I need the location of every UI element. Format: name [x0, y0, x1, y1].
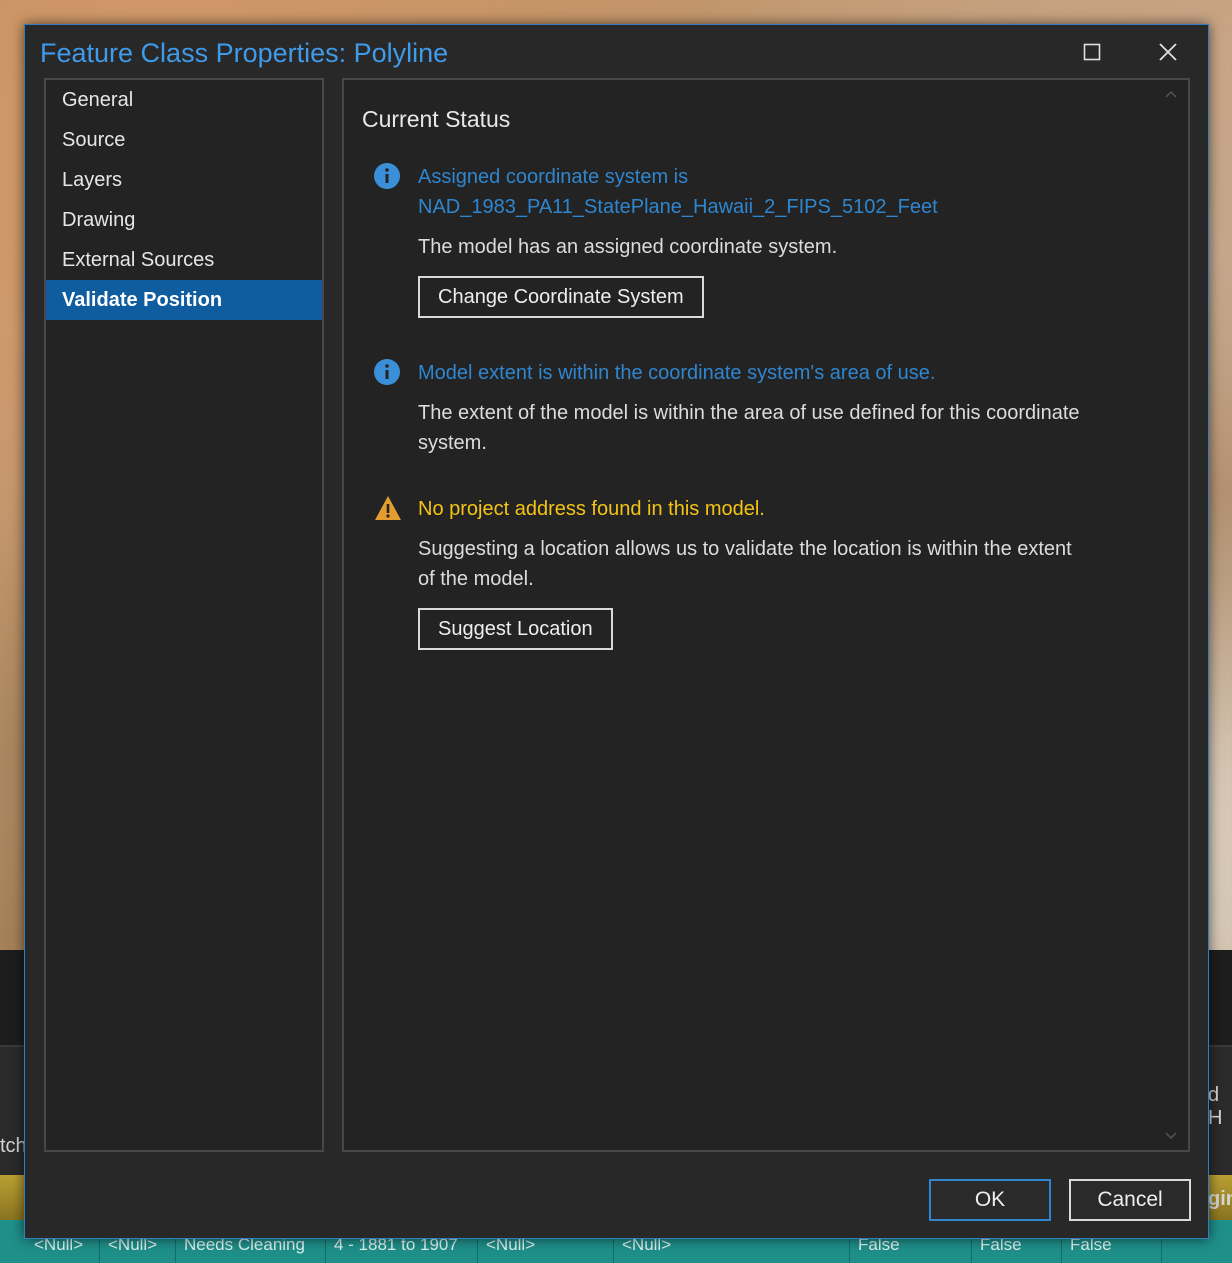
warning-icon — [375, 496, 401, 520]
nav-item-drawing[interactable]: Drawing — [46, 200, 322, 240]
dialog-titlebar[interactable]: Feature Class Properties: Polyline — [25, 25, 1208, 79]
nav-item-external-sources[interactable]: External Sources — [46, 240, 322, 280]
close-icon — [1159, 43, 1177, 61]
status-text-line: The extent of the model is within the ar… — [418, 402, 1080, 424]
scroll-up-icon[interactable] — [1164, 88, 1178, 102]
status-heading: Assigned coordinate system is — [418, 166, 689, 188]
close-button[interactable] — [1146, 35, 1190, 69]
status-coordinate-system: Assigned coordinate system is NAD_1983_P… — [374, 162, 1134, 318]
nav-item-layers[interactable]: Layers — [46, 160, 322, 200]
dialog-title: Feature Class Properties: Polyline — [40, 38, 449, 68]
section-title: Current Status — [362, 106, 511, 132]
validate-position-panel: Current Status Assigned coordinate syste… — [342, 78, 1190, 1152]
status-text: Suggesting a location allows us to valid… — [418, 534, 1134, 594]
background-right-label-2: gin — [1208, 1188, 1232, 1210]
status-heading: No project address found in this model. — [418, 498, 765, 520]
nav-item-source[interactable]: Source — [46, 120, 322, 160]
coordinate-system-name: NAD_1983_PA11_StatePlane_Hawaii_2_FIPS_5… — [418, 196, 938, 218]
status-text: The extent of the model is within the ar… — [418, 398, 1134, 458]
status-model-extent: Model extent is within the coordinate sy… — [374, 358, 1134, 458]
ok-button[interactable]: OK — [929, 1179, 1051, 1221]
status-project-address: No project address found in this model. … — [374, 494, 1134, 650]
nav-item-general[interactable]: General — [46, 80, 322, 120]
maximize-button[interactable] — [1070, 35, 1114, 69]
info-icon — [374, 163, 400, 189]
status-heading: Model extent is within the coordinate sy… — [418, 362, 936, 384]
cancel-button[interactable]: Cancel — [1069, 1179, 1191, 1221]
status-text-line: of the model. — [418, 568, 534, 590]
change-coordinate-system-button[interactable]: Change Coordinate System — [418, 276, 704, 318]
feature-class-properties-dialog: Feature Class Properties: Polyline Gener… — [24, 24, 1209, 1239]
scroll-down-icon[interactable] — [1164, 1128, 1178, 1142]
info-icon — [374, 359, 400, 385]
maximize-icon — [1083, 43, 1101, 61]
background-left-label: tch — [0, 1135, 27, 1157]
suggest-location-button[interactable]: Suggest Location — [418, 608, 613, 650]
properties-nav: General Source Layers Drawing External S… — [44, 78, 324, 1152]
nav-item-validate-position[interactable]: Validate Position — [46, 280, 322, 320]
status-text-line: system. — [418, 432, 487, 454]
status-text: The model has an assigned coordinate sys… — [418, 236, 838, 258]
status-text-line: Suggesting a location allows us to valid… — [418, 538, 1072, 560]
background-right-label: d H — [1208, 1084, 1223, 1129]
